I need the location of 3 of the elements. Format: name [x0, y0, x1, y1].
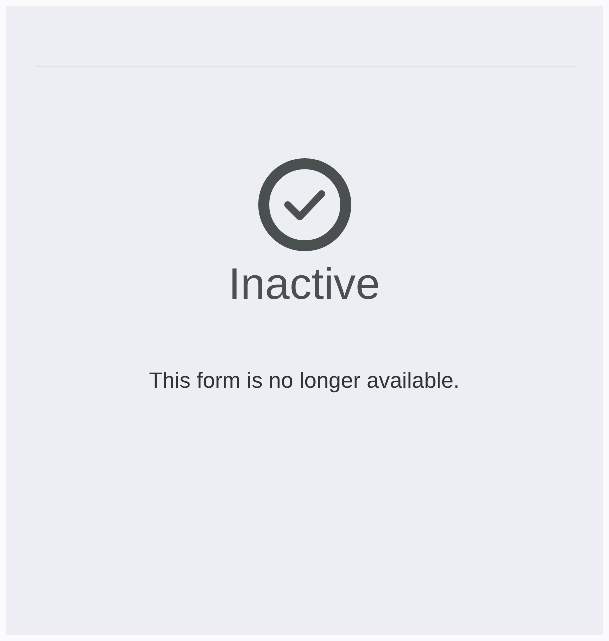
status-message: This form is no longer available.	[149, 367, 460, 395]
status-title: Inactive	[228, 259, 380, 311]
check-circle-icon	[256, 157, 352, 253]
